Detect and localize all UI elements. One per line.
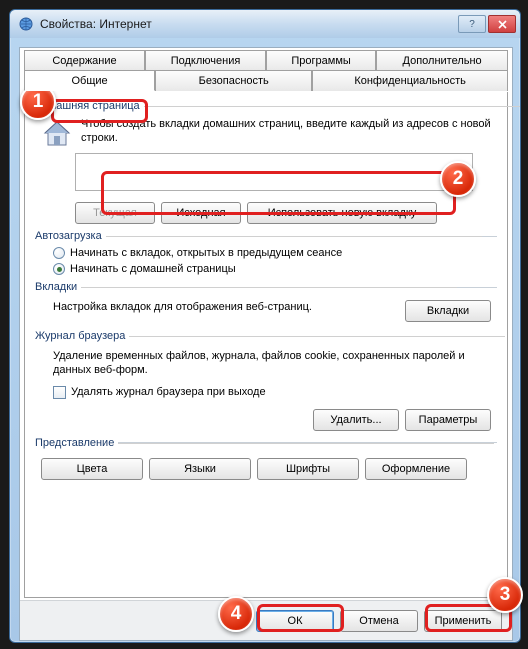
dialog-button-bar: ОК Отмена Применить (20, 600, 512, 640)
tab-strip: Содержание Подключения Программы Дополни… (24, 50, 508, 92)
tab-content[interactable]: Содержание (24, 50, 145, 71)
btn-use-default[interactable]: Исходная (161, 202, 241, 224)
close-icon (498, 20, 507, 29)
internet-options-icon (18, 16, 34, 32)
group-appearance-label: Представление (35, 437, 114, 449)
check-delete-label: Удалять журнал браузера при выходе (71, 386, 266, 398)
radio-start-home[interactable]: Начинать с домашней страницы (35, 261, 497, 277)
radio-icon (53, 263, 65, 275)
radio-start-tabs[interactable]: Начинать с вкладок, открытых в предыдуще… (35, 245, 497, 261)
close-button[interactable] (488, 15, 516, 33)
group-appearance: Представление Цвета Языки Шрифты Оформле… (35, 437, 497, 480)
btn-use-current[interactable]: Текущая (75, 202, 155, 224)
apply-button[interactable]: Применить (424, 610, 502, 632)
tab-connections[interactable]: Подключения (145, 50, 266, 71)
group-history-label: Журнал браузера (35, 330, 125, 342)
btn-accessibility[interactable]: Оформление (365, 458, 467, 480)
btn-fonts[interactable]: Шрифты (257, 458, 359, 480)
tab-advanced[interactable]: Дополнительно (376, 50, 508, 71)
tab-programs[interactable]: Программы (266, 50, 376, 71)
help-button[interactable]: ? (458, 15, 486, 33)
dialog-body: Содержание Подключения Программы Дополни… (19, 47, 513, 641)
checkbox-icon (53, 386, 66, 399)
group-tabs: Вкладки Настройка вкладок для отображени… (35, 281, 497, 326)
group-tabs-label: Вкладки (35, 281, 77, 293)
tab-general[interactable]: Общие (24, 70, 155, 91)
radio-icon (53, 247, 65, 259)
radio-start-tabs-label: Начинать с вкладок, открытых в предыдуще… (70, 247, 342, 259)
group-history: Журнал браузера Удаление временных файло… (35, 330, 497, 433)
group-home: Домашняя страница Чтобы создать вкладки … (35, 100, 497, 224)
radio-start-home-label: Начинать с домашней страницы (70, 263, 236, 275)
home-description: Чтобы создать вкладки домашних страниц, … (81, 117, 497, 146)
titlebar: Свойства: Интернет ? (10, 10, 520, 38)
cancel-button[interactable]: Отмена (340, 610, 418, 632)
btn-delete-history[interactable]: Удалить... (313, 409, 399, 431)
btn-languages[interactable]: Языки (149, 458, 251, 480)
check-delete-on-exit[interactable]: Удалять журнал браузера при выходе (35, 384, 497, 401)
home-url-input[interactable] (75, 153, 473, 191)
tab-security[interactable]: Безопасность (155, 70, 312, 91)
group-startup-label: Автозагрузка (35, 230, 102, 242)
btn-history-settings[interactable]: Параметры (405, 409, 491, 431)
group-startup: Автозагрузка Начинать с вкладок, открыты… (35, 230, 497, 277)
ok-button[interactable]: ОК (256, 610, 334, 632)
btn-use-newtab[interactable]: Использовать новую вкладку (247, 202, 437, 224)
group-home-label: Домашняя страница (35, 100, 140, 112)
window-title: Свойства: Интернет (40, 17, 458, 31)
tab-privacy[interactable]: Конфиденциальность (312, 70, 508, 91)
tabs-description: Настройка вкладок для отображения веб-ст… (53, 300, 312, 314)
home-icon (41, 117, 73, 149)
btn-colors[interactable]: Цвета (41, 458, 143, 480)
history-description: Удаление временных файлов, журнала, файл… (35, 345, 497, 384)
tab-content-general: Домашняя страница Чтобы создать вкладки … (24, 92, 508, 598)
btn-tabs-settings[interactable]: Вкладки (405, 300, 491, 322)
